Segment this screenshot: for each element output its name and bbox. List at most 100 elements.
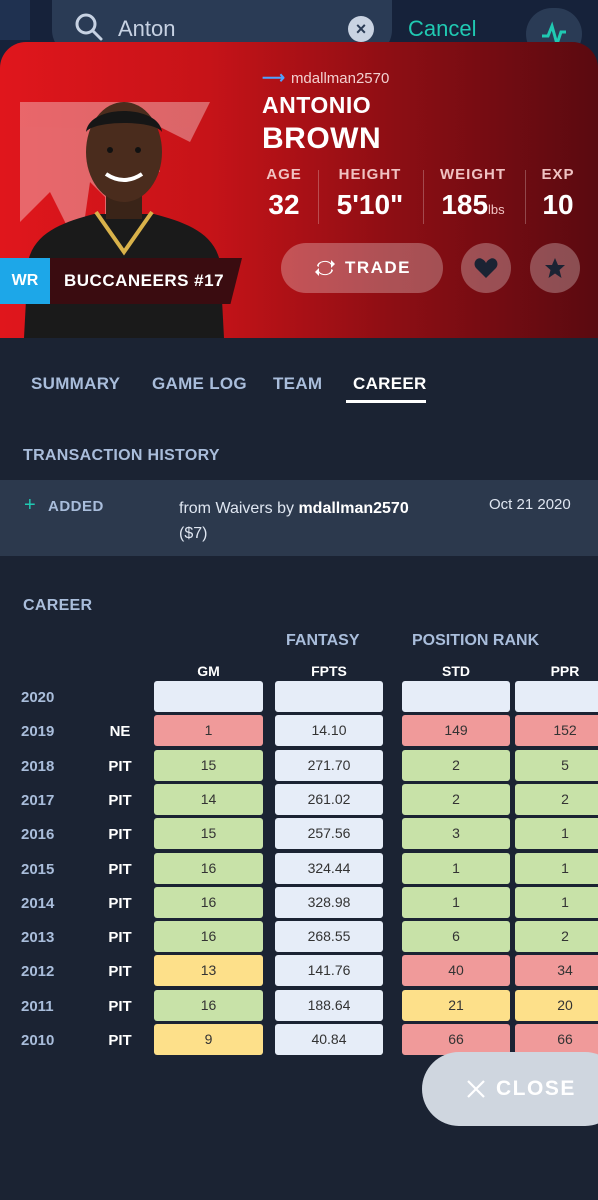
- career-std-cell: 1: [402, 886, 510, 918]
- column-header-gm: GM: [197, 663, 220, 679]
- stat-label: EXP: [541, 166, 575, 183]
- team-label: BUCCANEERS #17: [64, 271, 225, 290]
- career-ppr-cell: 66: [515, 1024, 598, 1055]
- career-fpts-cell: 40.84: [275, 1024, 383, 1055]
- career-team: PIT: [108, 757, 132, 775]
- career-year: 2018: [21, 757, 55, 775]
- career-gm-cell: 16: [154, 921, 263, 953]
- stat-value: 32: [268, 189, 300, 220]
- transaction-history-title: TRANSACTION HISTORY: [23, 447, 220, 464]
- tab-team[interactable]: TEAM: [273, 374, 322, 394]
- career-team: PIT: [108, 997, 132, 1015]
- career-std-cell: 2: [402, 749, 510, 781]
- transaction-type: ADDED: [48, 498, 104, 515]
- career-fpts-cell: 141.76: [275, 955, 383, 987]
- career-fpts-cell: 324.44: [275, 852, 383, 884]
- career-team: NE: [109, 723, 131, 741]
- plus-icon: +: [24, 494, 36, 516]
- career-row: 2014 PIT 16 328.98 1 1: [0, 886, 598, 921]
- watchlist-button[interactable]: [530, 243, 580, 293]
- career-ppr-cell: 2: [515, 783, 598, 815]
- player-first-name: ANTONIO: [262, 92, 372, 118]
- career-gm-cell: 15: [154, 749, 263, 781]
- career-gm-cell: 16: [154, 886, 263, 918]
- tab-career[interactable]: CAREER: [353, 374, 427, 394]
- career-ppr-cell: 34: [515, 955, 598, 987]
- stat-label: AGE: [266, 166, 302, 183]
- career-team: PIT: [108, 929, 132, 947]
- close-button[interactable]: CLOSE: [422, 1052, 598, 1126]
- career-gm-cell: 14: [154, 783, 263, 815]
- career-team: PIT: [108, 860, 132, 878]
- transaction-description: from Waivers by mdallman2570 ($7): [179, 496, 459, 546]
- career-ppr-cell: 1: [515, 886, 598, 918]
- career-gm-cell: 15: [154, 818, 263, 850]
- transaction-row: + ADDED from Waivers by mdallman2570 ($7…: [0, 480, 598, 556]
- career-year: 2020: [21, 689, 55, 706]
- career-year: 2011: [21, 997, 54, 1015]
- player-hero: WR BUCCANEERS #17 ⟶ mdallman2570 ANTONIO…: [0, 42, 598, 338]
- column-header-ppr: PPR: [550, 663, 580, 679]
- career-year: 2019: [21, 723, 55, 741]
- divider: [423, 170, 424, 224]
- career-year: 2013: [21, 929, 55, 947]
- owner-link[interactable]: ⟶ mdallman2570: [262, 68, 389, 88]
- career-std-cell: [402, 681, 510, 712]
- career-std-cell: 1: [402, 852, 510, 884]
- position-rank-group-header: POSITION RANK: [412, 632, 540, 649]
- stat-unit: lbs: [488, 202, 505, 217]
- team-badge: BUCCANEERS #17: [50, 258, 242, 304]
- swap-icon: [314, 260, 335, 276]
- fantasy-group-header: FANTASY: [286, 632, 360, 649]
- career-row: 2013 PIT 16 268.55 6 2: [0, 921, 598, 955]
- tab-summary[interactable]: SUMMARY: [31, 374, 120, 394]
- clear-search-icon[interactable]: ×: [348, 16, 374, 42]
- trade-button[interactable]: TRADE: [281, 243, 443, 293]
- stat-age: AGE 32: [264, 166, 304, 221]
- career-fpts-cell: 268.55: [275, 921, 383, 953]
- career-gm-cell: 16: [154, 989, 263, 1021]
- active-tab-indicator: [346, 400, 426, 403]
- transaction-date: Oct 21 2020: [489, 496, 571, 513]
- career-ppr-cell: 20: [515, 989, 598, 1021]
- search-icon: [75, 13, 103, 41]
- tab-game-log[interactable]: GAME LOG: [152, 374, 247, 394]
- search-input[interactable]: Anton: [118, 16, 176, 42]
- career-year: 2015: [21, 860, 55, 878]
- career-row: 2020: [0, 681, 598, 715]
- career-row: 2012 PIT 13 141.76 40 34: [0, 955, 598, 989]
- career-row: 2018 PIT 15 271.70 2 5: [0, 749, 598, 784]
- back-edge[interactable]: [0, 0, 30, 40]
- career-team: PIT: [108, 894, 132, 912]
- owner-name: mdallman2570: [290, 69, 390, 87]
- stat-value: 185: [441, 189, 489, 220]
- career-fpts-cell: 188.64: [275, 989, 383, 1021]
- career-fpts-cell: 271.70: [275, 749, 383, 781]
- favorite-button[interactable]: [461, 243, 511, 293]
- arrow-right-icon: ⟶: [262, 70, 285, 87]
- career-ppr-cell: 1: [515, 818, 598, 850]
- career-gm-cell: 9: [154, 1024, 263, 1055]
- career-ppr-cell: 2: [515, 921, 598, 953]
- career-row: 2017 PIT 14 261.02 2 2: [0, 783, 598, 818]
- career-row: 2019 NE 1 14.10 149 152: [0, 715, 598, 749]
- player-last-name: BROWN: [262, 122, 382, 155]
- career-ppr-cell: 1: [515, 852, 598, 884]
- stat-weight: WEIGHT 185lbs: [436, 166, 510, 221]
- star-icon: [545, 258, 565, 278]
- career-gm-cell: [154, 681, 263, 712]
- career-ppr-cell: 5: [515, 749, 598, 781]
- career-gm-cell: 13: [154, 955, 263, 987]
- career-gm-cell: 16: [154, 852, 263, 884]
- transaction-user[interactable]: mdallman2570: [298, 500, 408, 517]
- close-label: CLOSE: [496, 1077, 576, 1100]
- career-year: 2012: [21, 963, 55, 981]
- cancel-button[interactable]: Cancel: [408, 16, 476, 42]
- career-std-cell: 6: [402, 921, 510, 953]
- tab-bar: SUMMARY GAME LOG TEAM CAREER: [0, 338, 598, 438]
- position-badge: WR: [0, 258, 50, 304]
- career-std-cell: 149: [402, 715, 510, 747]
- column-header-std: STD: [442, 663, 470, 679]
- career-fpts-cell: 261.02: [275, 783, 383, 815]
- career-std-cell: 66: [402, 1024, 510, 1055]
